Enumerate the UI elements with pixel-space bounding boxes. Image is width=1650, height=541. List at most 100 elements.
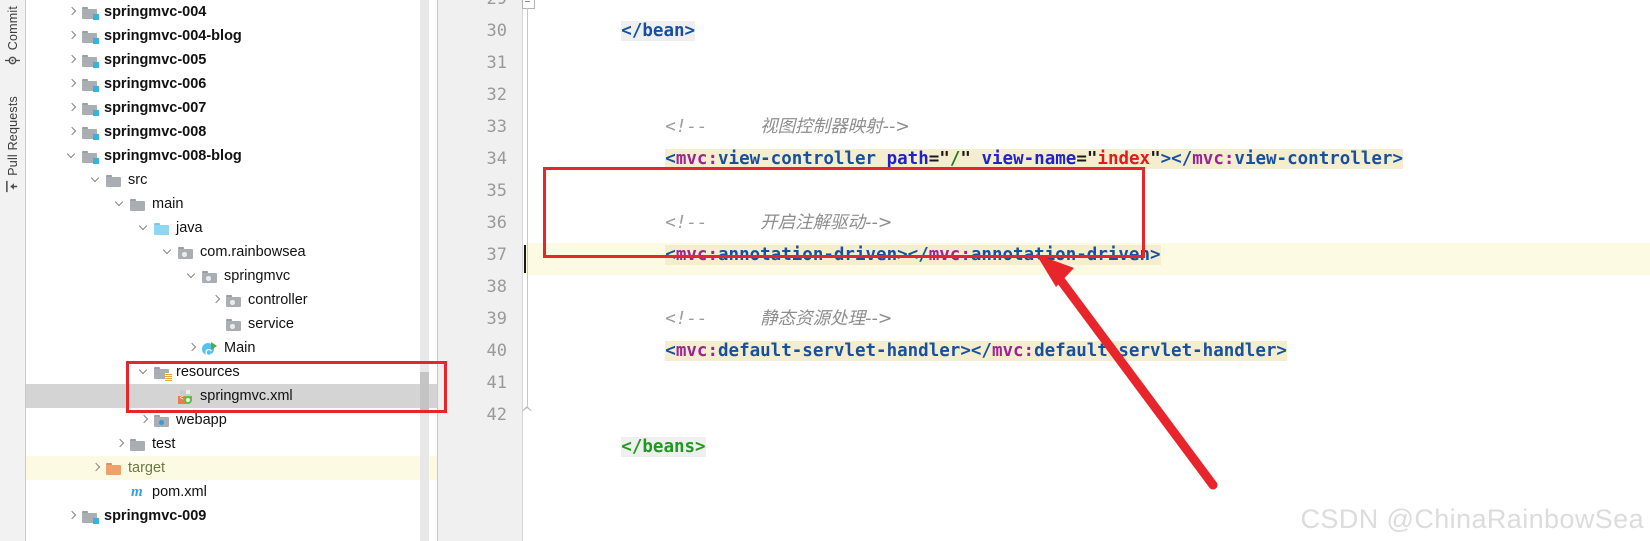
line-number-33: 33	[486, 117, 507, 137]
chevron-placeholder	[114, 486, 127, 499]
code-line-32: <!-- 视图控制器映射-->	[581, 79, 910, 137]
tool-window-commit-label: Commit	[5, 6, 20, 51]
line-number-gutter[interactable]: 29 30 31 32 33 34 35 36 37 38 39 40 41 42	[438, 0, 523, 541]
chevron-right-icon[interactable]	[66, 54, 79, 67]
tree-row-service[interactable]: service	[26, 312, 438, 336]
tree-row-springmvc-008[interactable]: springmvc-008	[26, 120, 438, 144]
code-line-36: <mvc:annotation-driven></mvc:annotation-…	[665, 245, 1161, 265]
ns-39: mvc:	[675, 341, 718, 361]
chevron-right-icon[interactable]	[66, 6, 79, 19]
chevron-right-icon[interactable]	[66, 126, 79, 139]
folder-gray-icon	[106, 172, 123, 189]
folder-blue-icon	[154, 220, 171, 237]
tree-row-label: test	[152, 436, 176, 452]
tree-row-springmvc-006[interactable]: springmvc-006	[26, 72, 438, 96]
line-number-41: 41	[486, 373, 507, 393]
tag-36: annotation-driven	[718, 245, 898, 265]
tree-row-springmvc-005[interactable]: springmvc-005	[26, 48, 438, 72]
commit-icon	[5, 53, 20, 73]
folder-gray-icon	[130, 436, 147, 453]
tree-row-springmvc-004-blog[interactable]: springmvc-004-blog	[26, 24, 438, 48]
chevron-right-icon[interactable]	[210, 294, 223, 307]
tree-row-src[interactable]: src	[26, 168, 438, 192]
tree-row-main[interactable]: Main	[26, 336, 438, 366]
tree-row-label: springmvc-009	[104, 508, 207, 524]
tree-row-target[interactable]: target	[26, 456, 438, 480]
left-tool-window-bar: Commit Pull Requests	[0, 0, 26, 541]
tool-window-commit[interactable]: Commit	[0, 6, 25, 76]
attr-view-name-value: index	[1097, 149, 1151, 169]
chevron-down-icon[interactable]	[90, 174, 103, 187]
chevron-right-icon[interactable]	[66, 78, 79, 91]
chevron-down-icon[interactable]	[162, 246, 175, 259]
tag-36-close: annotation-driven	[970, 245, 1151, 265]
code-line-42: </beans>	[537, 399, 706, 457]
tree-row-label: springmvc	[224, 268, 291, 284]
tree-row-label: resources	[176, 364, 240, 380]
line-number-31: 31	[486, 53, 507, 73]
chevron-right-icon[interactable]	[186, 342, 199, 355]
line-number-38: 38	[486, 277, 507, 297]
tree-row-java[interactable]: java	[26, 216, 438, 240]
chevron-down-icon[interactable]	[186, 270, 199, 283]
package-icon	[226, 292, 243, 309]
line-number-35: 35	[486, 181, 507, 201]
tree-row-label: springmvc-006	[104, 76, 207, 92]
chevron-right-icon[interactable]	[66, 510, 79, 523]
tree-row-webapp[interactable]: webapp	[26, 408, 438, 432]
code-editor[interactable]: 29 30 31 32 33 34 35 36 37 38 39 40 41 42 </bean> <!-…	[438, 0, 1650, 541]
tree-row-label: src	[128, 172, 148, 188]
tree-row-test[interactable]: test	[26, 432, 438, 456]
code-line-33: <mvc:view-controller path="/" view-name=…	[665, 149, 1403, 169]
tree-row-springmvc-004[interactable]: springmvc-004	[26, 0, 438, 24]
maven-file-icon: m	[131, 483, 143, 500]
chevron-down-icon[interactable]	[138, 222, 151, 235]
tree-row-resources[interactable]: resources	[26, 360, 438, 384]
folder-resources-icon	[154, 364, 172, 381]
ide-window: Commit Pull Requests springmvc-004 sprin…	[0, 0, 1650, 541]
tree-row-pom-xml[interactable]: m pom.xml	[26, 480, 438, 504]
code-line-38: <!-- 静态资源处理-->	[581, 271, 892, 329]
project-tree-scrollbar-track[interactable]	[420, 0, 429, 541]
line-number-39: 39	[486, 309, 507, 329]
ns-36-close: mvc:	[928, 245, 971, 265]
tree-row-label: springmvc-004-blog	[104, 28, 242, 44]
tree-row-springmvc-009[interactable]: springmvc-009	[26, 504, 438, 528]
tree-row-com-rainbowsea[interactable]: com.rainbowsea	[26, 240, 438, 264]
line-number-34: 34	[486, 149, 507, 169]
tool-window-pull-requests[interactable]: Pull Requests	[0, 96, 25, 202]
folder-webapp-icon	[154, 412, 171, 429]
project-tree-panel[interactable]: springmvc-004 springmvc-004-blog springmvc…	[26, 0, 438, 541]
chevron-right-icon[interactable]	[90, 462, 103, 475]
xml-file-icon: <	[178, 388, 195, 405]
package-icon	[202, 268, 219, 285]
module-folder-icon	[82, 52, 99, 69]
tag-33: view-controller	[718, 149, 877, 169]
package-icon	[226, 316, 243, 333]
tree-row-label: target	[128, 460, 166, 476]
tree-row-springmvc-007[interactable]: springmvc-007	[26, 96, 438, 120]
chevron-right-icon[interactable]	[138, 414, 151, 427]
chevron-right-icon[interactable]	[66, 30, 79, 43]
attr-path: path	[886, 149, 929, 169]
tree-row-label: com.rainbowsea	[200, 244, 306, 260]
tag-39: default-servlet-handler	[718, 341, 961, 361]
module-folder-icon	[82, 148, 99, 165]
tree-row-springmvc[interactable]: springmvc	[26, 264, 438, 288]
tree-row-main[interactable]: main	[26, 192, 438, 216]
chevron-down-icon[interactable]	[138, 366, 151, 379]
tree-row-springmvc-xml[interactable]: < springmvc.xml	[26, 384, 438, 408]
tree-row-label: springmvc-008	[104, 124, 207, 140]
tree-row-label: springmvc.xml	[200, 388, 293, 404]
chevron-down-icon[interactable]	[114, 198, 127, 211]
project-tree-scrollbar-thumb[interactable]	[420, 372, 429, 412]
text-caret	[524, 245, 526, 273]
project-tree[interactable]: springmvc-004 springmvc-004-blog springmvc…	[26, 0, 438, 541]
tree-row-controller[interactable]: controller	[26, 288, 438, 312]
tree-row-springmvc-008-blog[interactable]: springmvc-008-blog	[26, 144, 438, 168]
module-folder-icon	[82, 100, 99, 117]
chevron-down-icon[interactable]	[66, 150, 79, 163]
code-content[interactable]: </bean> <!-- 视图控制器映射--> <mvc:view-contro…	[523, 0, 1650, 541]
chevron-right-icon[interactable]	[66, 102, 79, 115]
chevron-right-icon[interactable]	[114, 438, 127, 451]
